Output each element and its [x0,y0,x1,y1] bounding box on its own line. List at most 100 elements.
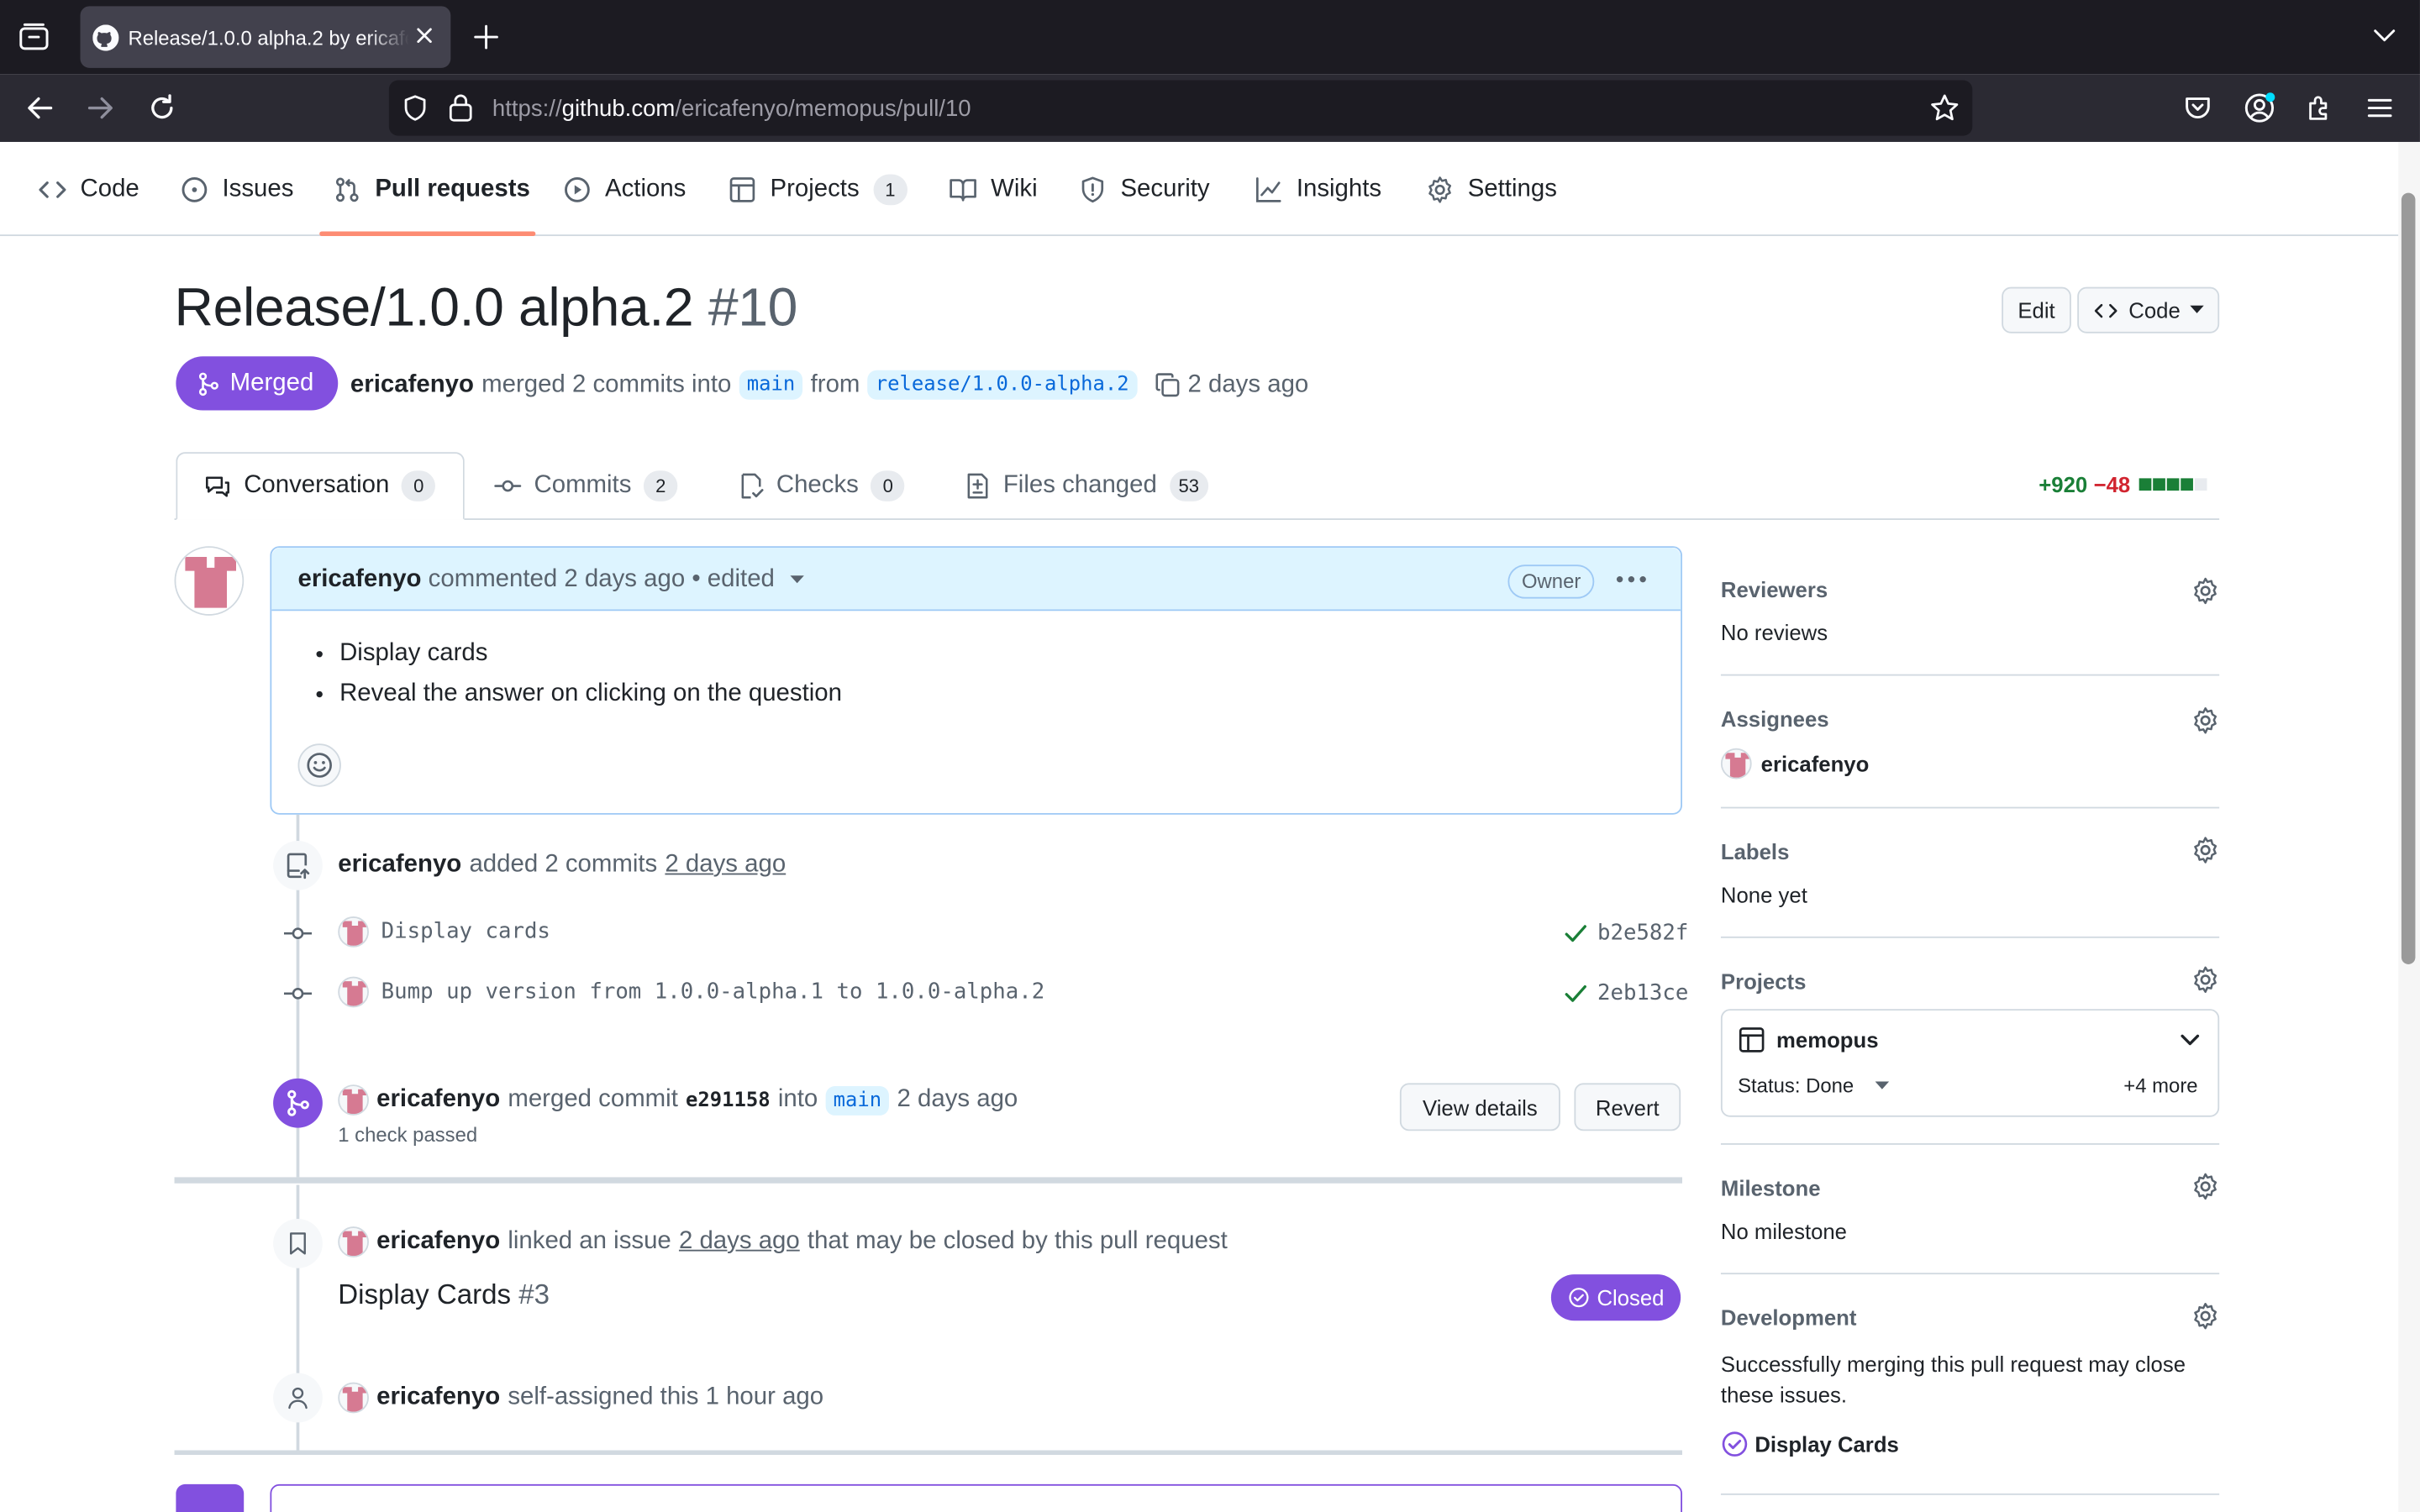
project-name-link[interactable]: memopus [1776,1027,1878,1052]
project-status-select[interactable]: Status: Done [1738,1074,1890,1097]
repo-nav-code[interactable]: Code [39,142,139,236]
scrollbar-thumb[interactable] [2401,192,2416,964]
diffstat-additions: +920 [2039,472,2088,497]
projects-heading[interactable]: Projects [1721,969,1806,993]
view-details-button[interactable]: View details [1399,1083,1560,1131]
repo-nav-label: Wiki [991,175,1038,202]
development-heading[interactable]: Development [1721,1305,1856,1330]
repo-nav-insights[interactable]: Insights [1255,142,1381,236]
event-author[interactable]: ericafenyo [376,1228,500,1256]
back-icon[interactable] [24,92,55,123]
menu-icon[interactable] [2366,94,2394,122]
list-all-tabs-icon[interactable] [2372,26,2396,45]
tab-files-changed[interactable]: Files changed 53 [965,452,1209,520]
issue-number: #3 [518,1278,550,1310]
account-icon[interactable] [2243,91,2276,124]
gear-icon[interactable] [2191,1173,2219,1200]
development-issue-title: Display Cards [1754,1431,1899,1457]
merge-author-avatar[interactable] [338,1084,369,1116]
revert-label: Revert [1595,1095,1660,1120]
milestone-heading[interactable]: Milestone [1721,1176,1821,1200]
commit-message-link[interactable]: Bump up version from 1.0.0-alpha.1 to 1.… [381,979,1045,1004]
graph-icon [1255,175,1282,202]
kebab-horizontal-icon[interactable] [1616,575,1647,583]
event-author[interactable]: ericafenyo [338,852,461,879]
event-time-link[interactable]: 2 days ago [679,1228,800,1256]
chevron-down-icon[interactable] [2179,1032,2201,1047]
development-issue-link[interactable]: Display Cards [1721,1431,1899,1458]
repo-nav-projects[interactable]: Projects 1 [729,142,908,236]
gear-icon[interactable] [2191,966,2219,994]
pr-author-link[interactable]: ericafenyo [350,371,474,399]
commit-author-avatar[interactable] [338,916,369,948]
event-author[interactable]: ericafenyo [376,1086,500,1114]
assignees-heading[interactable]: Assignees [1721,706,1829,731]
repo-nav-issues[interactable]: Issues [181,142,294,236]
close-tab-icon[interactable] [413,24,435,46]
repo-nav-label: Issues [222,175,294,202]
event-author-avatar[interactable] [338,1226,369,1257]
assignee[interactable]: ericafenyo [1720,748,1869,780]
repo-nav-wiki[interactable]: Wiki [950,142,1038,236]
shield-tracking-icon[interactable] [402,94,429,122]
copy-icon[interactable] [1154,372,1180,398]
event-author[interactable]: ericafenyo [376,1384,500,1412]
forward-icon[interactable] [85,92,116,123]
url-bar[interactable]: https://github.com/ericafenyo/memopus/pu… [388,80,1973,136]
tab-checks[interactable]: Checks 0 [738,452,905,520]
tab-overview-icon[interactable] [18,23,50,51]
gear-icon[interactable] [2191,836,2219,864]
check-icon[interactable] [1564,983,1588,1005]
revert-button[interactable]: Revert [1574,1083,1681,1131]
commit-sha[interactable]: 2eb13ce [1564,981,1689,1006]
author-avatar[interactable] [174,546,245,616]
triangle-down-icon[interactable] [791,575,805,585]
repo-nav-settings[interactable]: Settings [1426,142,1557,236]
url-text[interactable]: https://github.com/ericafenyo/memopus/pu… [492,96,971,122]
comment-header: ericafenyo commented 2 days ago • edited… [271,548,1681,612]
repo-nav-security[interactable]: Security [1079,142,1210,236]
head-branch[interactable]: release/1.0.0-alpha.2 [867,370,1137,400]
edit-button[interactable]: Edit [2002,286,2071,333]
event-time-link[interactable]: 2 days ago [665,852,786,879]
commit-author-avatar[interactable] [338,976,369,1008]
merge-commit-sha[interactable]: e291158 [686,1089,771,1112]
tab-conversation[interactable]: Conversation 0 [203,452,436,520]
tab-commits[interactable]: Commits 2 [494,452,678,520]
reviewers-heading[interactable]: Reviewers [1721,577,1828,601]
gear-icon[interactable] [2191,1302,2219,1330]
comment-header-text: ericafenyo commented 2 days ago • edited [297,566,805,594]
new-tab-icon[interactable] [472,24,500,51]
gear-icon[interactable] [2191,577,2219,605]
browser-tab[interactable]: Release/1.0.0 alpha.2 by ericafenyo [80,6,451,68]
code-button[interactable]: Code [2077,286,2220,333]
lock-icon[interactable] [448,92,474,122]
checks-passed-text[interactable]: 1 check passed [338,1123,477,1147]
repo-nav-actions[interactable]: Actions [563,142,686,236]
extensions-icon[interactable] [2304,92,2335,123]
commit-sha-text: 2eb13ce [1597,981,1689,1006]
pocket-icon[interactable] [2182,92,2213,123]
issue-title[interactable]: Display Cards [338,1279,511,1310]
gear-icon[interactable] [2191,706,2219,734]
commit-sha[interactable]: b2e582f [1564,921,1688,946]
commits-added-event: ericafenyo added 2 commits 2 days ago [338,852,786,879]
comment-edited[interactable]: • edited [692,566,775,592]
check-icon[interactable] [1564,922,1588,944]
tab-counter: 0 [871,470,905,501]
event-author-avatar[interactable] [338,1382,369,1414]
issue-closed-icon [1721,1431,1749,1458]
project-more-fields[interactable]: +4 more [2123,1074,2197,1097]
add-reaction-button[interactable] [297,743,341,787]
pr-number: #10 [708,277,798,339]
linked-issue-title[interactable]: Display Cards #3 [338,1279,550,1312]
reload-icon[interactable] [146,92,177,123]
bookmark-star-icon[interactable] [1929,92,1960,123]
base-branch[interactable]: main [825,1085,890,1116]
comment-author[interactable]: ericafenyo [297,566,421,592]
base-branch[interactable]: main [739,370,803,400]
commit-message-link[interactable]: Display cards [381,920,550,944]
merged-status-badge: Merged [176,356,339,411]
repo-nav-pull-requests[interactable]: Pull requests [334,142,530,236]
labels-heading[interactable]: Labels [1721,839,1789,864]
